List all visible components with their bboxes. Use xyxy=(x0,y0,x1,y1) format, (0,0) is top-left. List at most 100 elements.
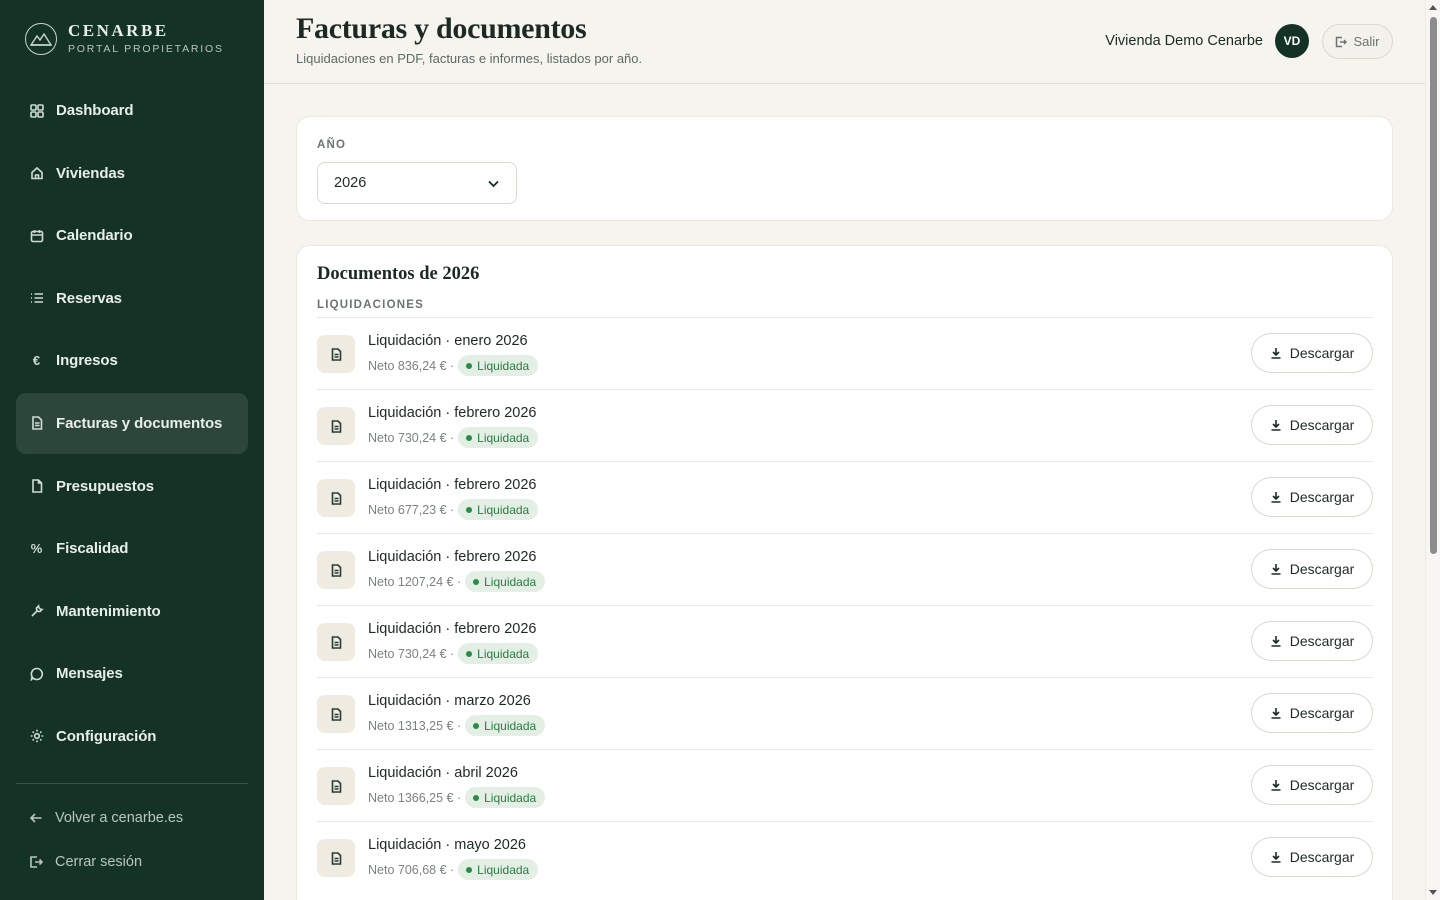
sidebar-item-mensajes[interactable]: Mensajes xyxy=(16,643,248,704)
download-icon xyxy=(1271,564,1281,575)
logout-label: Salir xyxy=(1353,34,1380,49)
download-button[interactable]: Descargar xyxy=(1251,405,1373,445)
brand-subtitle: PORTAL PROPIETARIOS xyxy=(68,43,224,55)
table-row: Liquidación · mayo 2026 Neto 706,68 € · L… xyxy=(317,821,1373,893)
file-icon xyxy=(29,479,44,494)
sidebar-item-label: Mensajes xyxy=(56,665,123,683)
sidebar-item-label: Ingresos xyxy=(56,352,118,370)
download-button[interactable]: Descargar xyxy=(1251,765,1373,805)
logout-button[interactable]: Salir xyxy=(1322,24,1393,59)
table-row: Liquidación · abril 2026 Neto 1366,25 € … xyxy=(317,749,1373,821)
calendar-icon xyxy=(29,228,44,243)
table-row: Liquidación · febrero 2026 Neto 677,23 €… xyxy=(317,461,1373,533)
year-select[interactable]: 2026 xyxy=(317,162,517,204)
sidebar-item-label: Dashboard xyxy=(56,102,134,119)
brand-name: CENARBE xyxy=(68,21,169,40)
document-icon xyxy=(317,551,355,589)
download-button[interactable]: Descargar xyxy=(1251,333,1373,373)
sidebar-item-calendario[interactable]: Calendario xyxy=(16,205,248,266)
sidebar-item-configuracion[interactable]: Configuración xyxy=(16,706,248,767)
download-label: Descargar xyxy=(1289,489,1355,505)
year-select-value: 2026 xyxy=(334,175,367,191)
document-icon xyxy=(317,695,355,733)
brand[interactable]: CENARBE PORTAL PROPIETARIOS xyxy=(25,22,224,55)
document-icon xyxy=(317,623,355,661)
download-icon xyxy=(1271,420,1281,431)
sidebar-divider xyxy=(16,783,248,784)
status-label: Liquidada xyxy=(477,430,530,445)
sidebar-item-presupuestos[interactable]: Presupuestos xyxy=(16,456,248,517)
list-icon xyxy=(29,291,44,306)
document-icon xyxy=(317,335,355,373)
table-row: Liquidación · enero 2026 Neto 836,24 € ·… xyxy=(317,317,1373,389)
avatar[interactable]: VD xyxy=(1275,24,1309,58)
document-meta: Neto 677,23 € · xyxy=(368,502,455,517)
document-title: Liquidación · febrero 2026 xyxy=(368,405,537,421)
scroll-down-arrow-icon[interactable] xyxy=(1429,890,1437,895)
status-label: Liquidada xyxy=(484,790,537,805)
status-label: Liquidada xyxy=(477,502,530,517)
status-badge: Liquidada xyxy=(465,715,546,736)
sidebar-item-viviendas[interactable]: Viviendas xyxy=(16,143,248,204)
document-title: Liquidación · enero 2026 xyxy=(368,333,528,349)
scroll-up-arrow-icon[interactable] xyxy=(1429,5,1437,10)
status-badge: Liquidada xyxy=(465,787,546,808)
wrench-icon xyxy=(29,604,44,619)
download-button[interactable]: Descargar xyxy=(1251,477,1373,517)
sidebar-logout-link[interactable]: Cerrar sesión xyxy=(29,854,142,870)
download-icon xyxy=(1271,636,1281,647)
sidebar-item-label: Viviendas xyxy=(56,164,125,182)
back-to-site-label: Volver a cenarbe.es xyxy=(55,810,184,826)
status-label: Liquidada xyxy=(477,646,530,661)
document-icon xyxy=(317,407,355,445)
scrollbar[interactable] xyxy=(1425,0,1440,900)
document-meta: Neto 836,24 € · xyxy=(368,358,455,373)
year-label: AÑO xyxy=(317,139,347,151)
sidebar-item-label: Fiscalidad xyxy=(56,540,129,558)
document-meta: Neto 1313,25 € · xyxy=(368,718,462,733)
chevron-down-icon xyxy=(488,180,499,188)
status-badge: Liquidada xyxy=(458,859,539,880)
download-icon xyxy=(1271,852,1281,863)
sidebar-logout-label: Cerrar sesión xyxy=(55,854,143,870)
sidebar-item-fiscalidad[interactable]: % Fiscalidad xyxy=(16,518,248,579)
sidebar: CENARBE PORTAL PROPIETARIOS Dashboard Vi… xyxy=(0,0,264,900)
euro-icon: € xyxy=(32,353,41,369)
download-label: Descargar xyxy=(1289,561,1355,577)
section-label-liquidaciones: LIQUIDACIONES xyxy=(317,299,424,311)
download-button[interactable]: Descargar xyxy=(1251,837,1373,877)
status-label: Liquidada xyxy=(484,718,537,733)
sidebar-item-label: Facturas y documentos xyxy=(56,414,223,432)
download-label: Descargar xyxy=(1289,417,1355,433)
sidebar-item-reservas[interactable]: Reservas xyxy=(16,268,248,329)
download-button[interactable]: Descargar xyxy=(1251,621,1373,661)
user-name: Vivienda Demo Cenarbe xyxy=(1105,33,1263,49)
scrollbar-thumb[interactable] xyxy=(1430,17,1437,554)
page-header: Facturas y documentos Liquidaciones en P… xyxy=(264,0,1425,84)
year-filter-card: AÑO 2026 xyxy=(296,116,1393,221)
sidebar-item-mantenimiento[interactable]: Mantenimiento xyxy=(16,581,248,642)
document-meta: Neto 1366,25 € · xyxy=(368,790,462,805)
sidebar-item-label: Configuración xyxy=(56,727,157,745)
document-title: Liquidación · febrero 2026 xyxy=(368,549,537,565)
table-row: Liquidación · febrero 2026 Neto 730,24 €… xyxy=(317,389,1373,461)
document-title: Liquidación · febrero 2026 xyxy=(368,621,537,637)
sidebar-item-ingresos[interactable]: € Ingresos xyxy=(16,330,248,391)
download-label: Descargar xyxy=(1289,777,1355,793)
table-row: Liquidación · febrero 2026 Neto 1207,24 … xyxy=(317,533,1373,605)
document-icon xyxy=(317,839,355,877)
logout-icon xyxy=(1336,36,1348,47)
document-title: Liquidación · abril 2026 xyxy=(368,765,518,781)
message-icon xyxy=(29,666,44,681)
status-badge: Liquidada xyxy=(458,643,539,664)
mountain-logo-icon xyxy=(25,22,57,55)
download-button[interactable]: Descargar xyxy=(1251,549,1373,589)
back-to-site-link[interactable]: Volver a cenarbe.es xyxy=(29,810,183,826)
download-icon xyxy=(1271,708,1281,719)
sidebar-item-facturas[interactable]: Facturas y documentos xyxy=(16,392,248,454)
sidebar-item-dashboard[interactable]: Dashboard xyxy=(16,80,248,141)
document-icon xyxy=(29,416,44,431)
download-button[interactable]: Descargar xyxy=(1251,693,1373,733)
document-title: Liquidación · febrero 2026 xyxy=(368,477,537,493)
download-label: Descargar xyxy=(1289,633,1355,649)
